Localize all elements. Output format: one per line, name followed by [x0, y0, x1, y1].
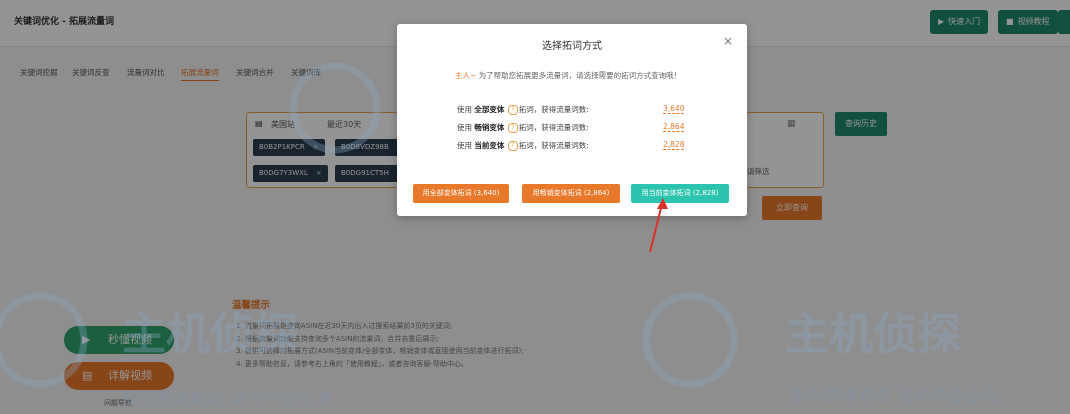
option-text: 拓词，获得流量词数: — [518, 123, 589, 132]
help-icon[interactable]: ? — [507, 105, 518, 115]
option-variant: 畅销变体 — [474, 123, 505, 132]
expand-method-modal: 选择拓词方式 × 主人~ 为了帮助您拓展更多流量词，请选择需要的拓词方式查询哦！… — [397, 24, 747, 216]
help-icon[interactable]: ? — [507, 123, 518, 133]
arrow-annotation-icon — [649, 198, 668, 253]
option-count: 2,828 — [663, 140, 685, 150]
option-all-variants: 使用 全部变体 ? 拓词，获得流量词数: — [457, 104, 589, 115]
intro-text: 为了帮助您拓展更多流量词，请选择需要的拓词方式查询哦！ — [478, 71, 682, 80]
option-prefix: 使用 — [457, 123, 472, 132]
help-icon[interactable]: ? — [507, 141, 518, 151]
option-variant: 当前变体 — [474, 141, 505, 150]
option-text: 拓词，获得流量词数: — [518, 141, 589, 150]
expand-bestseller-variants-button[interactable]: 用畅销变体拓词 (2,864) — [522, 184, 620, 203]
modal-title: 选择拓词方式 — [542, 41, 602, 52]
option-bestseller-variants: 使用 畅销变体 ? 拓词，获得流量词数: — [457, 122, 589, 133]
option-current-variant: 使用 当前变体 ? 拓词，获得流量词数: — [457, 140, 589, 151]
option-count: 3,640 — [663, 104, 685, 114]
option-prefix: 使用 — [457, 141, 472, 150]
intro-greeting: 主人~ — [455, 71, 477, 80]
modal-intro: 主人~ 为了帮助您拓展更多流量词，请选择需要的拓词方式查询哦！ — [455, 70, 681, 81]
option-prefix: 使用 — [457, 105, 472, 114]
option-count: 2,864 — [663, 122, 685, 132]
option-variant: 全部变体 — [474, 105, 505, 114]
expand-all-variants-button[interactable]: 用全部变体拓词 (3,640) — [413, 184, 509, 203]
close-icon[interactable]: × — [723, 34, 733, 48]
option-text: 拓词，获得流量词数: — [518, 105, 589, 114]
